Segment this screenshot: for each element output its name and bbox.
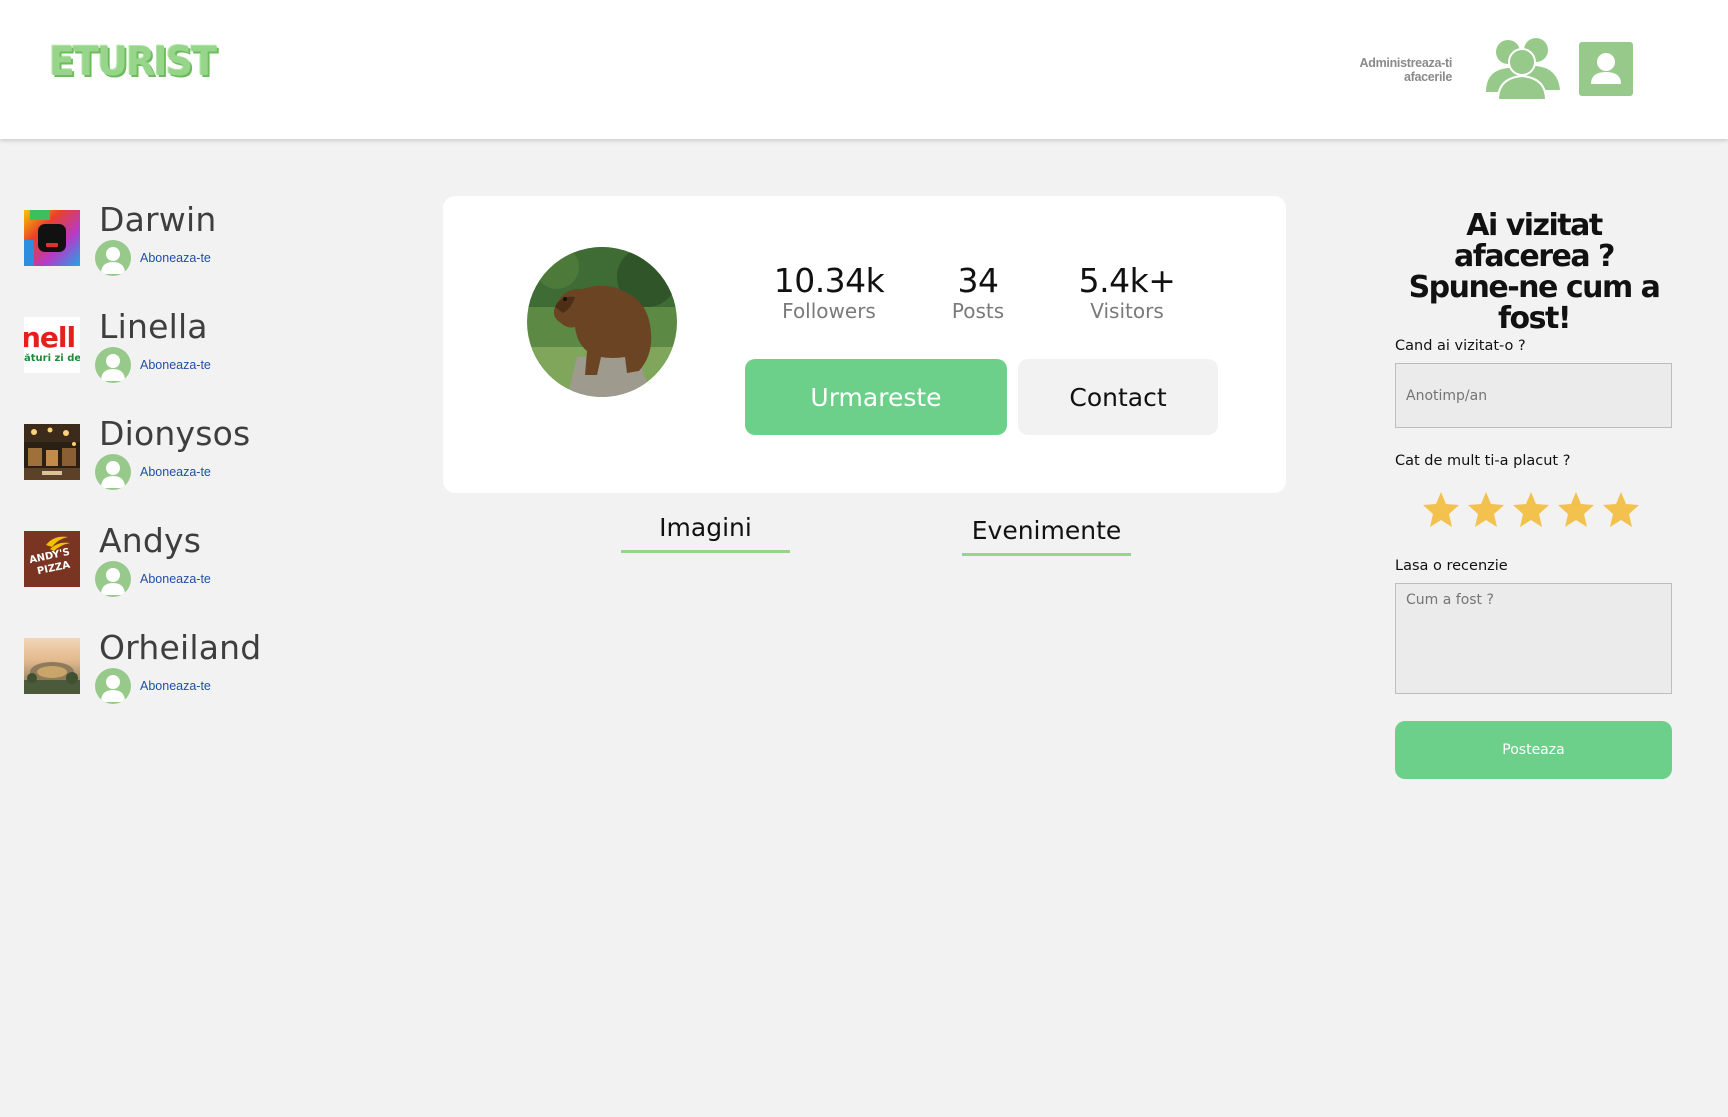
tab-label: Evenimente [971,516,1122,545]
manage-line-2: afacerile [1403,70,1452,84]
user-account-icon[interactable] [1579,42,1633,96]
review-text-input[interactable] [1395,583,1672,694]
star-icon[interactable] [1511,490,1551,530]
star-icon[interactable] [1556,490,1596,530]
sidebar-item-linella[interactable]: nell ături zi de Linella Aboneaza-te [24,307,344,387]
business-name[interactable]: Orheiland [99,628,261,667]
sidebar-item-dionysos[interactable]: Dionysos Aboneaza-te [24,414,344,494]
star-icon[interactable] [1421,490,1461,530]
manage-business-link[interactable]: Administreaza-ti afacerile [1359,56,1453,84]
visitors-count: 5.4k+ [1078,261,1176,300]
star-icon[interactable] [1466,490,1506,530]
rating-label: Cat de mult ti-a placut ? [1395,453,1571,469]
tab-evenimente[interactable]: Evenimente [962,516,1131,556]
linella-logo-subtext: ături zi de [24,353,80,364]
users-group-icon[interactable] [1484,36,1562,101]
visitors-label: Visitors [1090,299,1164,323]
subscribe-user-icon[interactable] [95,240,131,276]
post-review-button[interactable]: Posteaza [1395,721,1672,779]
followers-stat: 10.34k Followers [759,261,899,323]
tab-underline [962,553,1131,556]
tab-label: Imagini [659,513,752,542]
dionysos-photo [24,424,80,480]
sidebar-item-orheiland[interactable]: Orheiland Aboneaza-te [24,628,344,708]
subscribe-link[interactable]: Aboneaza-te [140,251,211,265]
contact-button[interactable]: Contact [1018,359,1218,435]
eturist-logo[interactable]: ETURIST [49,42,217,82]
business-name[interactable]: Andys [99,521,201,560]
subscribe-user-icon[interactable] [95,454,131,490]
subscribe-user-icon[interactable] [95,561,131,597]
visitors-stat: 5.4k+ Visitors [1057,261,1197,323]
subscribe-user-icon[interactable] [95,347,131,383]
followers-count: 10.34k [773,261,885,300]
posts-count: 34 [957,261,1000,300]
review-title: Ai vizitat afacerea ? Spune-ne cum a fos… [1408,208,1661,336]
star-icon[interactable] [1601,490,1641,530]
andys-pizza-logo: ANDY'S PIZZA [24,531,80,587]
sidebar-item-andys[interactable]: ANDY'S PIZZA Andys Aboneaza-te [24,521,344,601]
subscribe-link[interactable]: Aboneaza-te [140,358,211,372]
manage-line-1: Administreaza-ti [1359,56,1453,70]
posts-label: Posts [951,299,1005,323]
top-header: ETURIST Administreaza-ti afacerile [0,0,1728,139]
subscribe-user-icon[interactable] [95,668,131,704]
business-name[interactable]: Dionysos [99,414,250,453]
profile-card: 10.34k Followers 34 Posts 5.4k+ Visitors… [443,196,1286,493]
linella-logo: nell ături zi de [24,317,80,373]
business-name[interactable]: Darwin [99,200,216,239]
linella-logo-text: nell [24,321,76,354]
subscribe-link[interactable]: Aboneaza-te [140,572,211,586]
posts-stat: 34 Posts [908,261,1048,323]
visit-date-label: Cand ai vizitat-o ? [1395,338,1526,354]
subscribe-link[interactable]: Aboneaza-te [140,679,211,693]
bear-photo [527,247,677,397]
follow-button[interactable]: Urmareste [745,359,1007,435]
business-name[interactable]: Linella [99,307,208,346]
subscribe-link[interactable]: Aboneaza-te [140,465,211,479]
visit-date-input[interactable] [1395,363,1672,428]
review-panel: Ai vizitat afacerea ? Spune-ne cum a fos… [1395,208,1673,779]
star-rating[interactable] [1421,490,1651,532]
orheiland-photo [24,638,80,694]
tab-imagini[interactable]: Imagini [621,513,790,553]
sidebar-item-darwin[interactable]: Darwin Aboneaza-te [24,200,344,280]
followers-label: Followers [782,299,876,323]
darwin-logo [24,210,80,266]
tab-underline [621,550,790,553]
review-text-label: Lasa o recenzie [1395,558,1508,574]
